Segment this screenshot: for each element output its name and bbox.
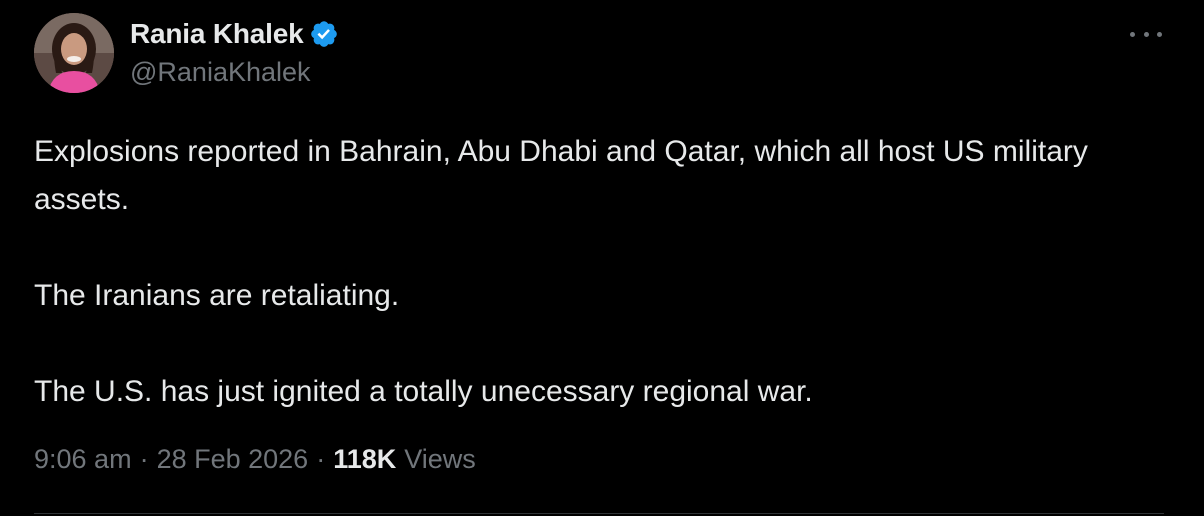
- tweet-paragraph: Explosions reported in Bahrain, Abu Dhab…: [34, 135, 1088, 216]
- more-dot: [1130, 31, 1135, 37]
- user-handle[interactable]: @RaniaKhalek: [130, 57, 339, 88]
- meta-separator: ·: [316, 444, 326, 474]
- tweet-time[interactable]: 9:06 am: [34, 444, 132, 475]
- tweet-paragraph: The Iranians are retaliating.: [34, 279, 400, 312]
- more-options-icon[interactable]: [1130, 22, 1162, 46]
- avatar-image: [34, 13, 114, 93]
- divider: [34, 513, 1164, 514]
- tweet-paragraph: The U.S. has just ignited a totally unec…: [34, 375, 813, 408]
- views-label: Views: [404, 444, 476, 474]
- more-dot: [1143, 31, 1149, 37]
- tweet-card: Rania Khalek @RaniaKhalek Explosions rep…: [0, 0, 1204, 516]
- tweet-meta: 9:06 am · 28 Feb 2026 · 118K Views: [34, 444, 476, 475]
- views-count[interactable]: 118K: [333, 444, 396, 475]
- meta-separator: ·: [139, 444, 149, 474]
- avatar[interactable]: [34, 13, 114, 93]
- tweet-header: Rania Khalek @RaniaKhalek: [130, 17, 339, 88]
- more-dot: [1157, 31, 1162, 37]
- display-name[interactable]: Rania Khalek: [130, 18, 304, 50]
- tweet-text: Explosions reported in Bahrain, Abu Dhab…: [34, 128, 1164, 416]
- verified-badge-icon[interactable]: [309, 19, 339, 49]
- name-row: Rania Khalek: [130, 17, 339, 51]
- tweet-date[interactable]: 28 Feb 2026: [157, 444, 309, 475]
